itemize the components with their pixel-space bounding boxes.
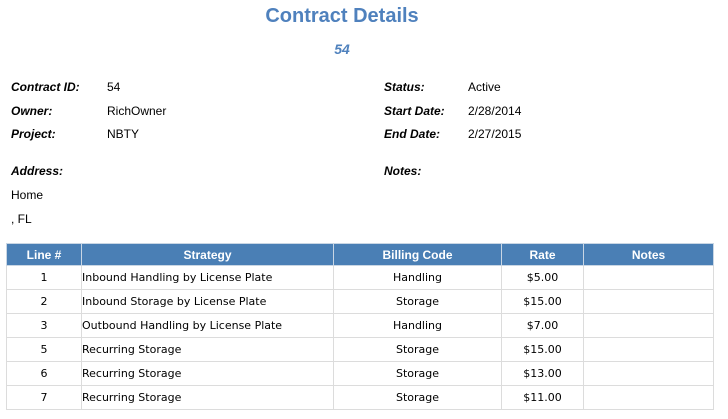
table-row: 3 Outbound Handling by License Plate Han…	[6, 313, 714, 338]
rate-cell: $5.00	[501, 265, 584, 290]
owner-value: RichOwner	[107, 104, 167, 118]
table-row: 5 Recurring Storage Storage $15.00	[6, 337, 714, 362]
notes-cell	[583, 313, 714, 338]
table-header-row: Line # Strategy Billing Code Rate Notes	[6, 243, 714, 266]
project-label: Project:	[11, 127, 56, 141]
project-value: NBTY	[107, 127, 140, 141]
line-number-cell: 2	[6, 289, 82, 314]
table-row: 7 Recurring Storage Storage $11.00	[6, 385, 714, 410]
status-label: Status:	[384, 80, 425, 94]
strategy-cell: Inbound Storage by License Plate	[81, 289, 334, 314]
rate-cell: $7.00	[501, 313, 584, 338]
column-header-notes: Notes	[583, 243, 714, 266]
table-row: 1 Inbound Handling by License Plate Hand…	[6, 265, 714, 290]
strategy-cell: Recurring Storage	[81, 385, 334, 410]
table-row: 2 Inbound Storage by License Plate Stora…	[6, 289, 714, 314]
address-label: Address:	[11, 164, 64, 178]
start-date-value: 2/28/2014	[468, 104, 522, 118]
column-header-rate: Rate	[501, 243, 584, 266]
end-date-label: End Date:	[384, 127, 441, 141]
contract-lines-table: Line # Strategy Billing Code Rate Notes …	[6, 243, 714, 410]
notes-cell	[583, 361, 714, 386]
column-header-line: Line #	[6, 243, 82, 266]
line-number-cell: 3	[6, 313, 82, 338]
billing-code-cell: Storage	[333, 361, 502, 386]
line-number-cell: 7	[6, 385, 82, 410]
rate-cell: $11.00	[501, 385, 584, 410]
owner-label: Owner:	[11, 104, 53, 118]
column-header-billing-code: Billing Code	[333, 243, 502, 266]
page-title: Contract Details	[265, 5, 419, 27]
column-header-strategy: Strategy	[81, 243, 334, 266]
notes-cell	[583, 337, 714, 362]
notes-cell	[583, 265, 714, 290]
address-line-2: , FL	[11, 212, 32, 226]
table-row: 6 Recurring Storage Storage $13.00	[6, 361, 714, 386]
status-value: Active	[468, 80, 501, 94]
notes-label: Notes:	[384, 164, 422, 178]
contract-id-label: Contract ID:	[11, 80, 80, 94]
start-date-label: Start Date:	[384, 104, 445, 118]
line-number-cell: 6	[6, 361, 82, 386]
rate-cell: $13.00	[501, 361, 584, 386]
billing-code-cell: Storage	[333, 289, 502, 314]
line-number-cell: 1	[6, 265, 82, 290]
billing-code-cell: Handling	[333, 265, 502, 290]
strategy-cell: Inbound Handling by License Plate	[81, 265, 334, 290]
contract-id-value: 54	[107, 80, 121, 94]
strategy-cell: Recurring Storage	[81, 361, 334, 386]
rate-cell: $15.00	[501, 337, 584, 362]
contract-number-subtitle: 54	[334, 41, 350, 57]
notes-cell	[583, 289, 714, 314]
end-date-value: 2/27/2015	[468, 127, 522, 141]
line-number-cell: 5	[6, 337, 82, 362]
billing-code-cell: Handling	[333, 313, 502, 338]
notes-cell	[583, 385, 714, 410]
strategy-cell: Recurring Storage	[81, 337, 334, 362]
rate-cell: $15.00	[501, 289, 584, 314]
billing-code-cell: Storage	[333, 337, 502, 362]
billing-code-cell: Storage	[333, 385, 502, 410]
address-line-1: Home	[11, 188, 44, 202]
strategy-cell: Outbound Handling by License Plate	[81, 313, 334, 338]
